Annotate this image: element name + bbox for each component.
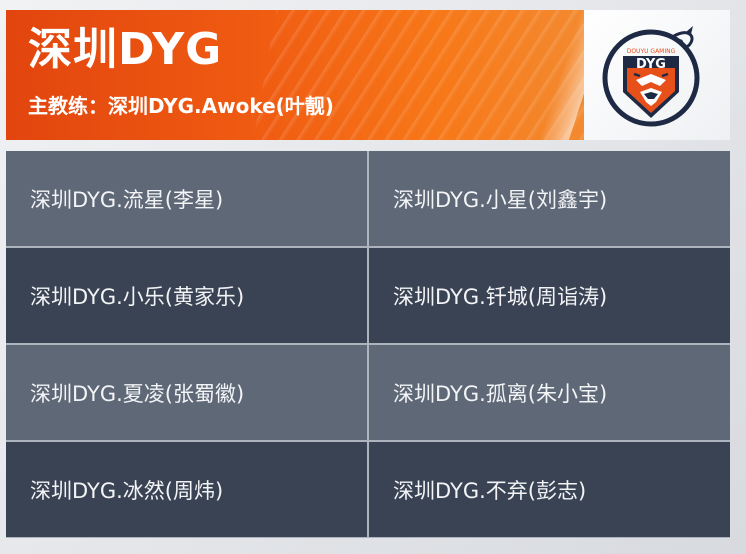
player-cell: 深圳DYG.流星(李星) (6, 151, 367, 246)
head-coach: 主教练：深圳DYG.Awoke(叶靓) (28, 94, 334, 118)
team-header-banner: 深圳DYG 主教练：深圳DYG.Awoke(叶靓) (6, 10, 584, 140)
player-cell: 深圳DYG.夏凌(张蜀徽) (6, 345, 367, 440)
team-name: 深圳DYG (28, 24, 223, 75)
player-cell: 深圳DYG.小星(刘鑫宇) (369, 151, 730, 246)
player-cell: 深圳DYG.钎城(周诣涛) (369, 248, 730, 343)
logo-subtext: DOUYU GAMING (627, 48, 676, 55)
player-cell: 深圳DYG.小乐(黄家乐) (6, 248, 367, 343)
player-cell: 深圳DYG.孤离(朱小宝) (369, 345, 730, 440)
tiger-shield-logo-icon: DOUYU GAMING DYG (602, 26, 700, 127)
logo-text: DYG (636, 57, 666, 72)
roster-grid: 深圳DYG.流星(李星) 深圳DYG.小星(刘鑫宇) 深圳DYG.小乐(黄家乐)… (6, 151, 730, 538)
player-cell: 深圳DYG.不弃(彭志) (369, 442, 730, 537)
player-cell: 深圳DYG.冰然(周炜) (6, 442, 367, 537)
